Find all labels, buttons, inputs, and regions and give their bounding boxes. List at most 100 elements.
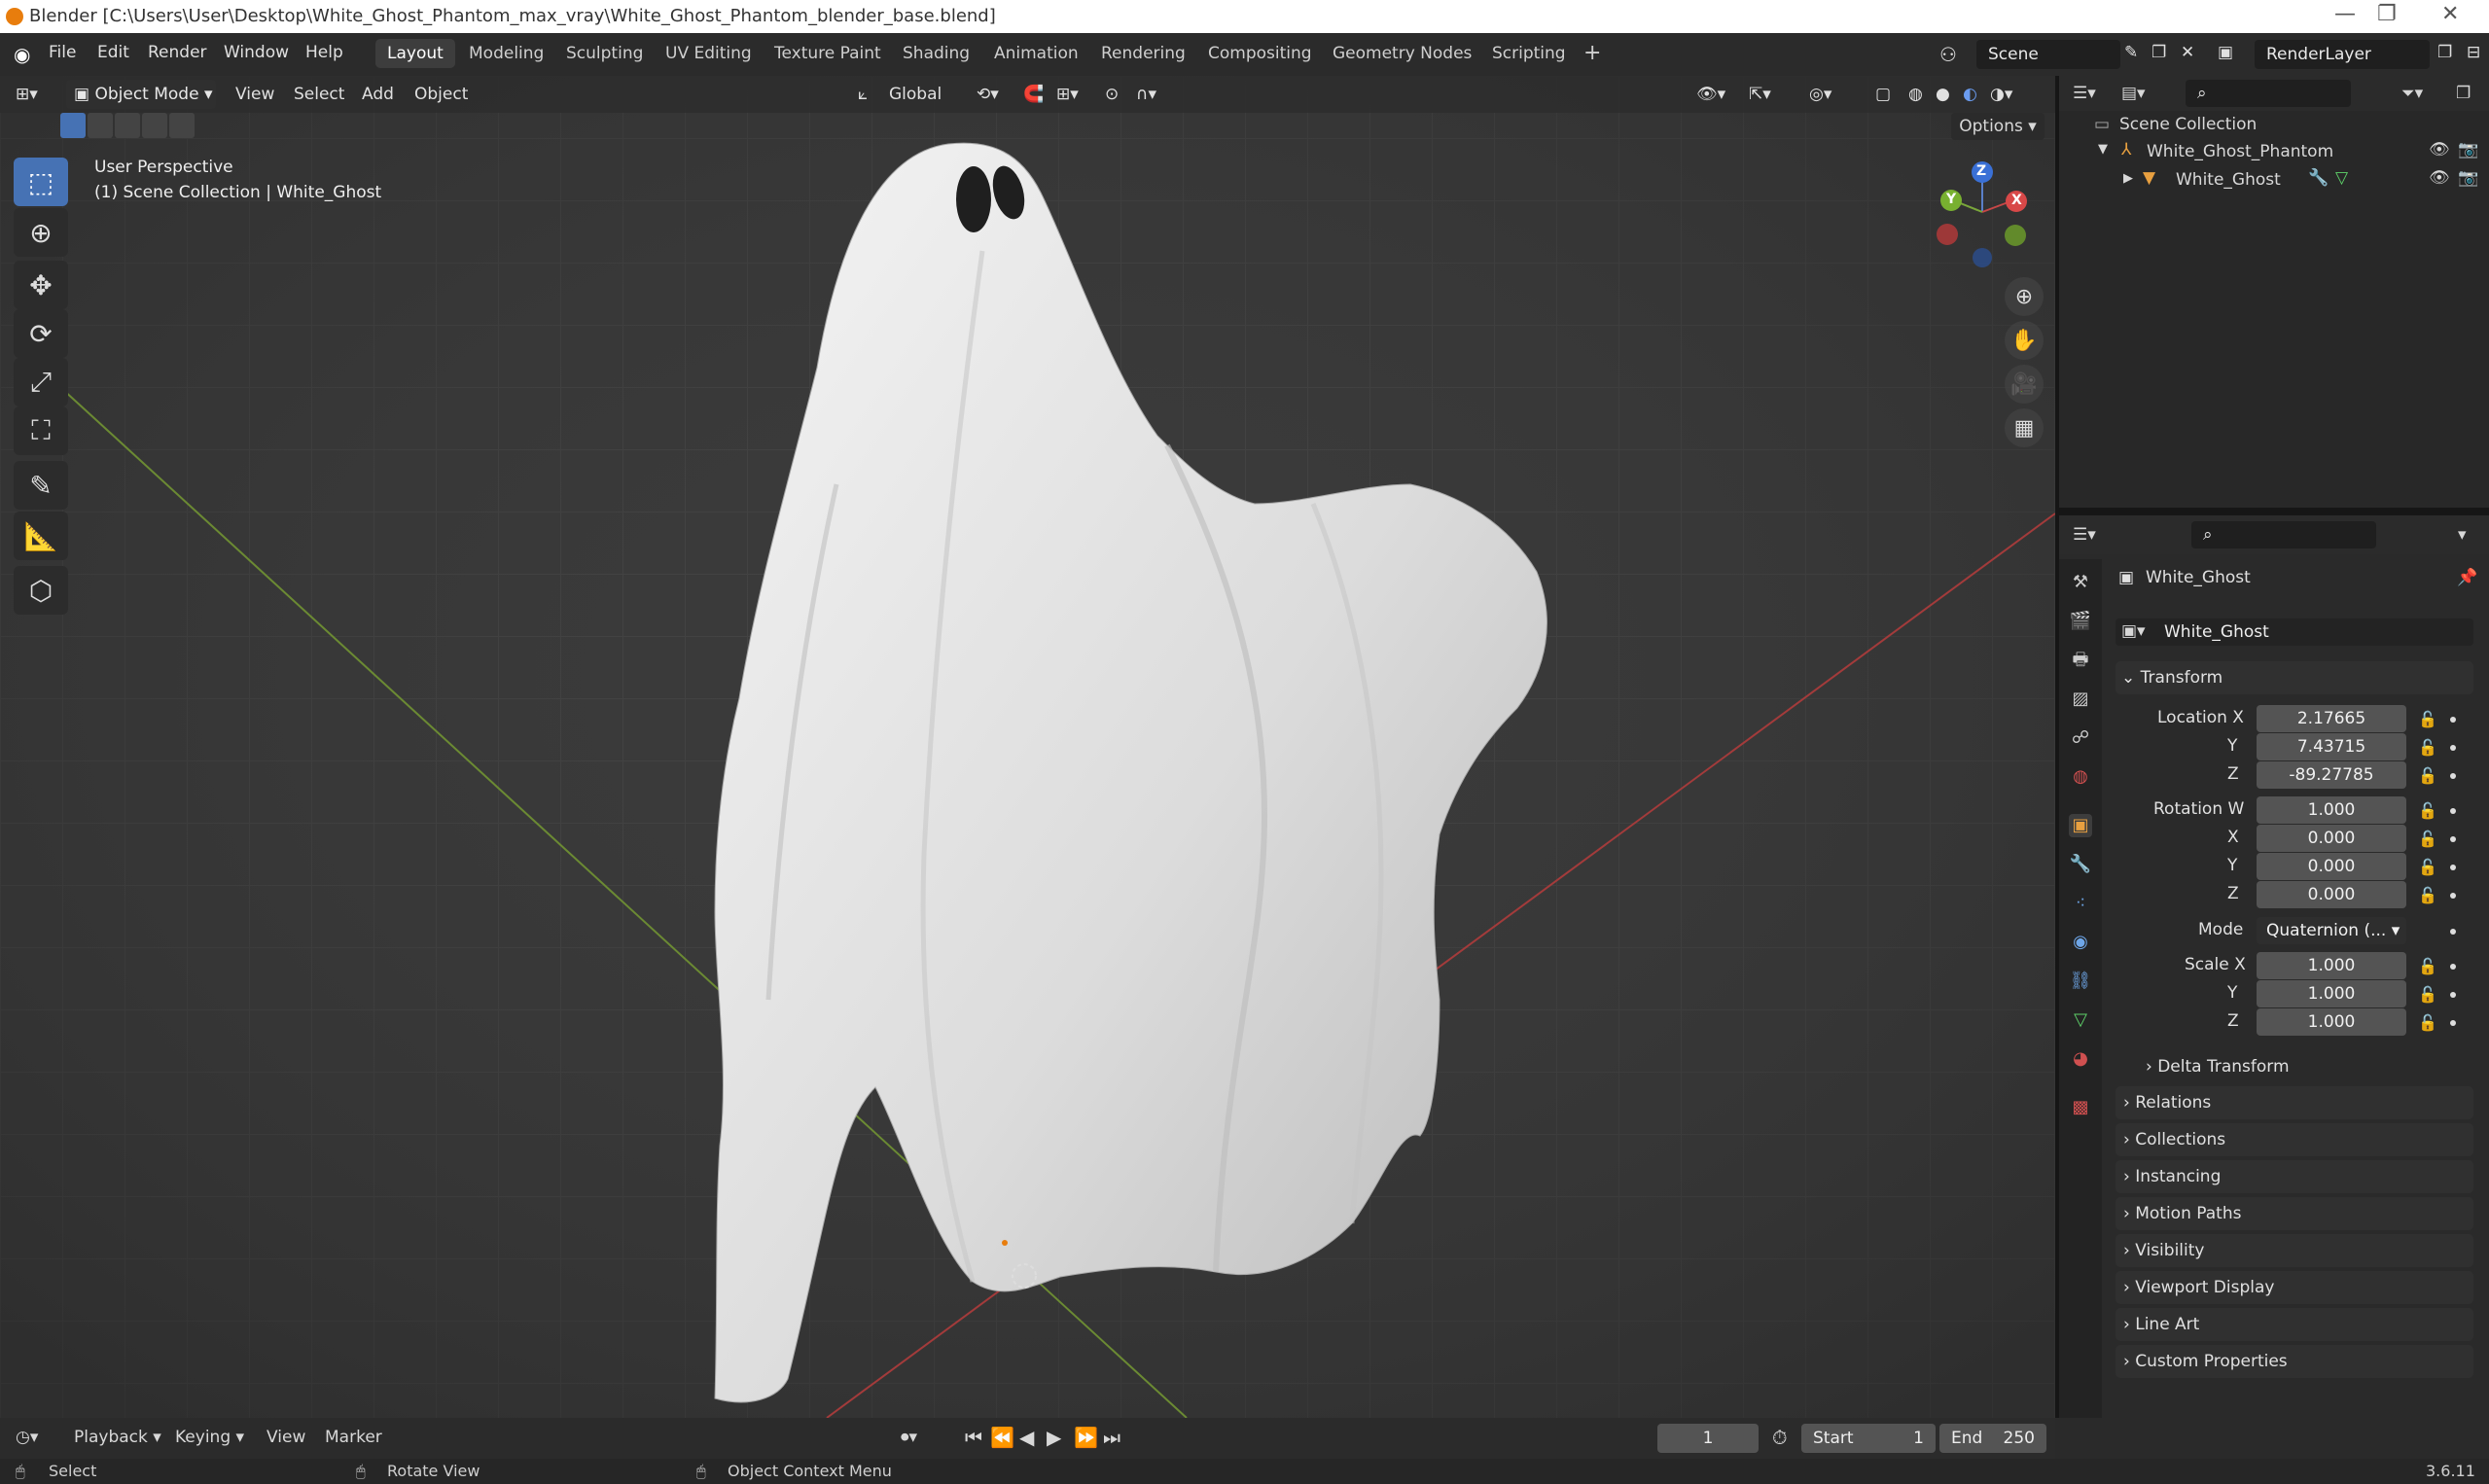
lock-scale-x-icon[interactable]: 🔓: [2418, 957, 2437, 975]
constraints-tab-icon[interactable]: ⛓: [2069, 970, 2092, 993]
menu-add[interactable]: Add: [362, 85, 394, 104]
keyframe-location-y-icon[interactable]: [2450, 745, 2456, 751]
cursor-tool[interactable]: ⊕: [14, 208, 68, 257]
world-tab-icon[interactable]: ◍: [2069, 765, 2092, 789]
zoom-button[interactable]: ⊕: [2005, 277, 2044, 316]
object-camera-icon[interactable]: 📷: [2458, 168, 2478, 188]
overlay-toggle-icon[interactable]: ◎▾: [1809, 85, 1831, 104]
scale-x-field[interactable]: 1.000: [2257, 952, 2406, 979]
properties-options-icon[interactable]: ▾: [2458, 525, 2467, 545]
falloff-icon[interactable]: ∩▾: [1136, 85, 1156, 104]
snap-target-icon[interactable]: ⊞▾: [1056, 85, 1079, 104]
select-intersect-icon[interactable]: [169, 113, 195, 138]
tab-geometry-nodes[interactable]: Geometry Nodes: [1321, 39, 1483, 68]
scene-selector[interactable]: Scene: [1976, 40, 2120, 69]
keyframe-scale-y-icon[interactable]: [2450, 992, 2456, 998]
maximize-icon[interactable]: ❐: [2377, 2, 2397, 26]
keyframe-mode-icon[interactable]: [2450, 929, 2456, 935]
3d-viewport[interactable]: Z X Y User Perspective (1) Scene Collect…: [0, 76, 2055, 1418]
lock-location-y-icon[interactable]: 🔓: [2418, 738, 2437, 757]
rotation-y-field[interactable]: 0.000: [2257, 853, 2406, 880]
select-extend-icon[interactable]: [88, 113, 113, 138]
snap-icon[interactable]: 🧲: [1023, 85, 1044, 104]
keyframe-location-x-icon[interactable]: [2450, 717, 2456, 723]
menu-window[interactable]: Window: [224, 43, 289, 62]
scene-icon[interactable]: ⚇: [1939, 43, 1957, 66]
proportional-edit-icon[interactable]: ⊙: [1105, 85, 1119, 104]
transform-panel-header[interactable]: ⌄ Transform: [2116, 661, 2473, 694]
pin-icon[interactable]: ✎: [2124, 43, 2138, 62]
remove-layer-icon[interactable]: ⊟: [2467, 43, 2480, 62]
end-frame-field[interactable]: End 250: [1939, 1424, 2046, 1453]
tab-layout[interactable]: Layout: [375, 39, 455, 68]
minimize-icon[interactable]: —: [2334, 2, 2356, 26]
solid-shading-icon[interactable]: ●: [1936, 85, 1950, 104]
output-tab-icon[interactable]: 🖶: [2069, 649, 2092, 672]
expand-object-icon[interactable]: ▶: [2123, 171, 2133, 186]
scale-y-field[interactable]: 1.000: [2257, 980, 2406, 1007]
tab-compositing[interactable]: Compositing: [1196, 39, 1324, 68]
data-tab-icon[interactable]: ▽: [2069, 1008, 2092, 1032]
scale-z-field[interactable]: 1.000: [2257, 1008, 2406, 1036]
lock-rotation-w-icon[interactable]: 🔓: [2418, 801, 2437, 820]
lock-rotation-z-icon[interactable]: 🔓: [2418, 886, 2437, 904]
tab-texture-paint[interactable]: Texture Paint: [763, 39, 893, 68]
relations-panel-header[interactable]: › Relations: [2116, 1086, 2473, 1119]
measure-tool[interactable]: 📐: [14, 512, 68, 560]
keyframe-location-z-icon[interactable]: [2450, 773, 2456, 779]
orientation-icon[interactable]: ⟀: [858, 85, 868, 104]
transform-tool[interactable]: ⛶: [14, 406, 68, 455]
object-name-field[interactable]: ▣▾ White_Ghost: [2116, 618, 2473, 646]
menu-select[interactable]: Select: [294, 85, 344, 104]
timeline-editor-icon[interactable]: ◷▾: [16, 1428, 38, 1447]
pan-button[interactable]: ✋: [2005, 321, 2044, 360]
pin-icon[interactable]: 📌: [2457, 568, 2477, 587]
delete-scene-icon[interactable]: ✕: [2181, 43, 2194, 62]
tab-rendering[interactable]: Rendering: [1089, 39, 1197, 68]
tab-shading[interactable]: Shading: [891, 39, 981, 68]
camera-view-button[interactable]: 🎥: [2005, 365, 2044, 404]
wireframe-shading-icon[interactable]: ◍: [1908, 85, 1923, 104]
collection-eye-icon[interactable]: 👁: [2429, 140, 2450, 159]
outliner-editor-icon[interactable]: ☰▾: [2073, 84, 2096, 103]
texture-tab-icon[interactable]: ▩: [2069, 1096, 2092, 1119]
keyframe-scale-z-icon[interactable]: [2450, 1020, 2456, 1026]
physics-tab-icon[interactable]: ◉: [2069, 931, 2092, 954]
marker-menu[interactable]: Marker: [325, 1428, 382, 1447]
render-tab-icon[interactable]: 🎬: [2069, 610, 2092, 633]
display-mode-icon[interactable]: ▤▾: [2121, 84, 2146, 103]
menu-render[interactable]: Render: [148, 43, 207, 62]
start-frame-field[interactable]: Start 1: [1801, 1424, 1936, 1453]
scene-tab-icon[interactable]: ☍: [2069, 726, 2092, 750]
location-y-field[interactable]: 7.43715: [2257, 733, 2406, 760]
outliner-collection-item[interactable]: White_Ghost_Phantom: [2147, 142, 2333, 161]
preview-range-icon[interactable]: ⏱: [1772, 1426, 1788, 1449]
add-cube-tool[interactable]: ⬡: [14, 566, 68, 615]
view-layer-selector[interactable]: RenderLayer: [2255, 40, 2430, 69]
location-x-field[interactable]: 2.17665: [2257, 705, 2406, 732]
jump-start-icon[interactable]: ⏮: [965, 1426, 982, 1449]
lock-rotation-y-icon[interactable]: 🔓: [2418, 858, 2437, 876]
outliner-scene-collection[interactable]: Scene Collection: [2119, 115, 2257, 134]
tab-animation[interactable]: Animation: [982, 39, 1090, 68]
menu-object[interactable]: Object: [414, 85, 468, 104]
new-layer-icon[interactable]: ❐: [2437, 43, 2452, 62]
location-z-field[interactable]: -89.27785: [2257, 761, 2406, 789]
visibility-panel-header[interactable]: › Visibility: [2116, 1234, 2473, 1267]
gizmo-toggle-icon[interactable]: ⇱▾: [1749, 85, 1771, 104]
playback-menu[interactable]: Playback ▾: [74, 1428, 161, 1447]
mode-dropdown[interactable]: ▣ Object Mode ▾: [66, 80, 216, 109]
view-layer-icon[interactable]: ▣: [2218, 43, 2233, 62]
rotation-z-field[interactable]: 0.000: [2257, 881, 2406, 908]
tool-tab-icon[interactable]: ⚒: [2069, 571, 2092, 594]
delta-transform-subpanel[interactable]: › Delta Transform: [2130, 1052, 2471, 1081]
menu-file[interactable]: File: [49, 43, 76, 62]
options-dropdown[interactable]: Options ▾: [1951, 113, 2045, 140]
material-tab-icon[interactable]: ◕: [2069, 1047, 2092, 1071]
select-box-tool[interactable]: ⬚: [14, 158, 68, 206]
area-divider-horizontal[interactable]: [2059, 508, 2489, 515]
pivot-icon[interactable]: ⟲▾: [977, 85, 999, 104]
blender-menu-icon[interactable]: ◉: [14, 43, 30, 66]
object-datablock-icon[interactable]: ▣▾: [2121, 621, 2146, 641]
orientation-dropdown[interactable]: Global: [889, 85, 942, 104]
